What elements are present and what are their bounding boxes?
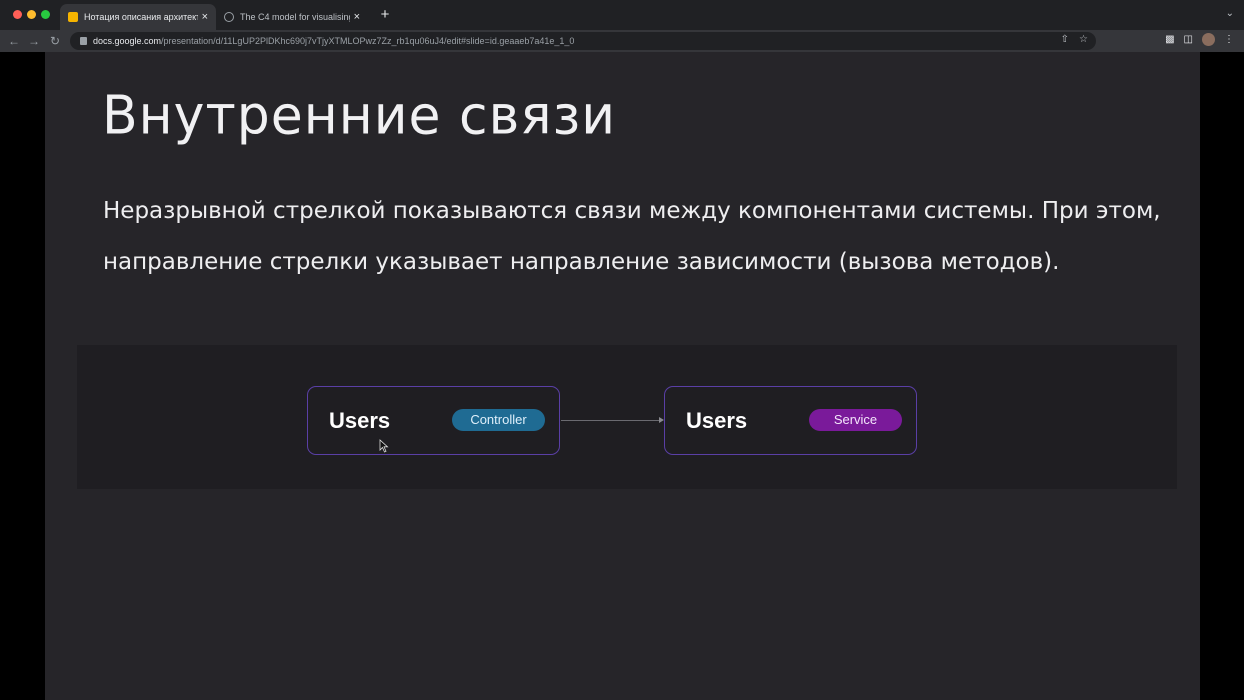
component-tag: Service (809, 409, 902, 431)
globe-icon (224, 12, 234, 22)
component-users-service: Users Service (664, 386, 917, 455)
browser-toolbar: ← → ↻ docs.google.com/presentation/d/11L… (0, 30, 1244, 52)
bookmark-star-icon[interactable]: ☆ (1079, 34, 1088, 45)
tab-search-chevron-icon[interactable]: ⌄ (1226, 8, 1234, 19)
maximize-window-button[interactable] (41, 10, 50, 19)
dependency-diagram: Users Controller Users Service (77, 345, 1177, 489)
component-tag: Controller (452, 409, 545, 431)
body-line: Неразрывной стрелкой показываются связи … (103, 198, 1161, 224)
component-name: Users (686, 408, 748, 433)
body-line: направление стрелки указывает направлени… (103, 249, 1060, 275)
slide: Внутренние связи Неразрывной стрелкой по… (45, 52, 1200, 700)
address-bar[interactable]: docs.google.com/presentation/d/11LgUP2Pl… (70, 32, 1096, 50)
slides-icon (68, 12, 78, 22)
avatar[interactable] (1202, 33, 1215, 46)
slide-title: Внутренние связи (102, 85, 617, 147)
extension-icon[interactable]: ▩ (1165, 34, 1174, 45)
sidebar-icon[interactable]: ◫ (1184, 34, 1193, 45)
mouse-cursor-icon (379, 439, 389, 453)
forward-arrow-icon[interactable]: → (27, 33, 41, 49)
share-icon[interactable]: ⇧ (1061, 34, 1069, 45)
back-arrow-icon[interactable]: ← (7, 33, 21, 49)
url-host: docs.google.com (93, 36, 162, 46)
dependency-arrow (561, 420, 661, 421)
lock-icon (80, 37, 87, 45)
url-path: /presentation/d/11LgUP2PlDKhc690j7vTjyXT… (161, 36, 575, 46)
tab-bar: Нотация описания архитекту × The C4 mode… (0, 0, 1244, 30)
close-window-button[interactable] (13, 10, 22, 19)
minimize-window-button[interactable] (27, 10, 36, 19)
slide-body: Неразрывной стрелкой показываются связи … (103, 186, 1183, 288)
component-name: Users (329, 408, 391, 433)
tab-c4-model[interactable]: The C4 model for visualising s × (216, 4, 368, 30)
component-users-controller: Users Controller (307, 386, 560, 455)
menu-dots-icon[interactable]: ⋮ (1224, 34, 1234, 45)
close-tab-icon[interactable]: × (202, 11, 208, 23)
tab-slides[interactable]: Нотация описания архитекту × (60, 4, 216, 30)
tab-title: Нотация описания архитекту (84, 12, 198, 22)
tab-title: The C4 model for visualising s (240, 12, 350, 22)
new-tab-button[interactable]: + (377, 6, 393, 24)
presentation-viewport: Внутренние связи Неразрывной стрелкой по… (0, 52, 1244, 700)
close-tab-icon[interactable]: × (354, 11, 360, 23)
reload-icon[interactable]: ↻ (48, 33, 62, 49)
